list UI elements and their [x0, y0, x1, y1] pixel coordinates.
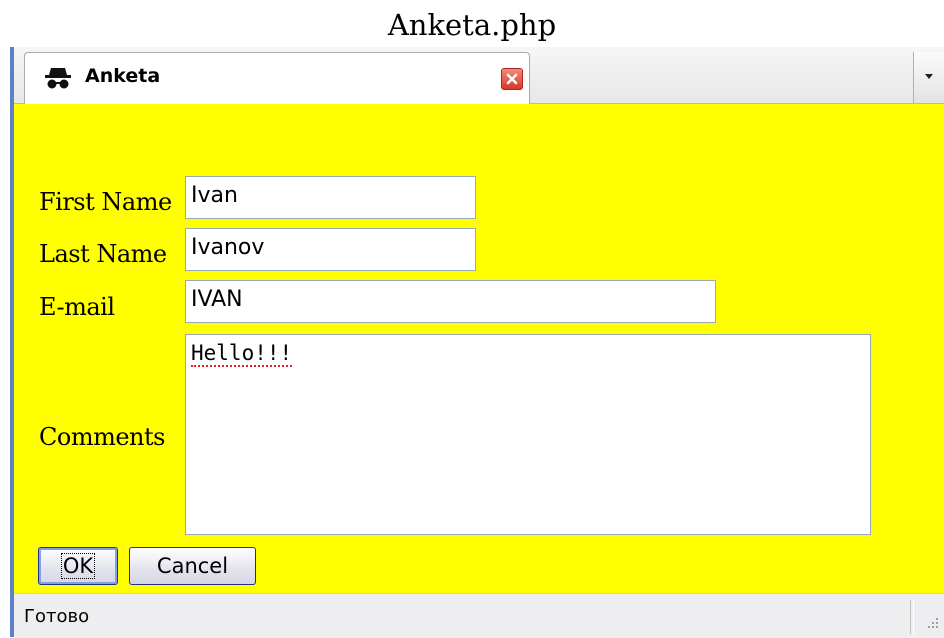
ok-button-label: OK [60, 553, 96, 579]
status-bar: Готово [14, 593, 944, 638]
browser-window: Anketa First Name Ivan Last Name Ivanov … [10, 47, 944, 638]
form-area: First Name Ivan Last Name Ivanov E-mail … [14, 104, 944, 593]
page-caption: Anketa.php [387, 8, 557, 42]
comments-textarea[interactable]: Hello!!! [185, 334, 871, 535]
incognito-icon [45, 68, 71, 89]
first-name-label: First Name [39, 188, 172, 216]
resize-grip-icon[interactable] [924, 614, 940, 630]
tab-title: Anketa [85, 65, 161, 87]
comments-label: Comments [39, 423, 165, 451]
cancel-button-label: Cancel [156, 554, 229, 578]
close-icon[interactable] [501, 68, 523, 90]
tab-anketa[interactable]: Anketa [24, 52, 530, 104]
last-name-label: Last Name [39, 240, 167, 268]
chevron-down-icon [925, 74, 933, 79]
cancel-button[interactable]: Cancel [129, 547, 256, 585]
comments-text: Hello!!! [191, 341, 293, 367]
first-name-input[interactable]: Ivan [185, 176, 476, 219]
email-label: E-mail [39, 293, 115, 321]
tab-bar: Anketa [14, 47, 944, 104]
ok-button[interactable]: OK [38, 547, 118, 585]
status-text: Готово [24, 606, 90, 627]
last-name-input[interactable]: Ivanov [185, 228, 476, 271]
tab-list-button[interactable] [913, 52, 944, 103]
email-input[interactable]: IVAN [185, 280, 716, 323]
status-separator [910, 600, 914, 634]
